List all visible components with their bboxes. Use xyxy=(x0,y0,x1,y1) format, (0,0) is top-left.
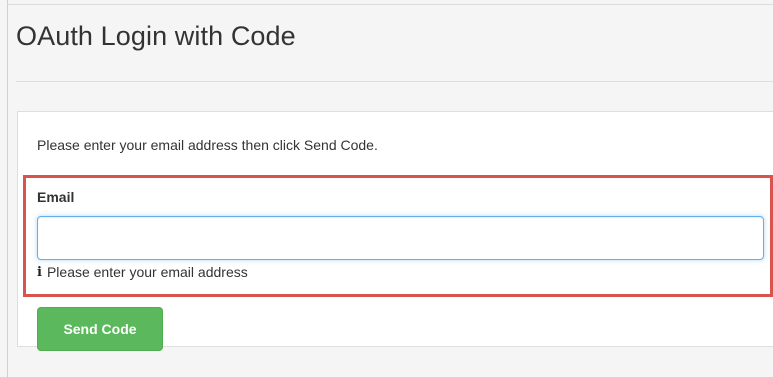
email-label: Email xyxy=(37,189,75,205)
top-border xyxy=(7,4,773,5)
email-input[interactable] xyxy=(37,216,764,260)
page-title: OAuth Login with Code xyxy=(16,21,296,51)
email-help-text: Please enter your email address xyxy=(46,264,248,280)
title-divider xyxy=(16,81,773,82)
email-help: i Please enter your email address xyxy=(37,264,248,280)
instruction-text: Please enter your email address then cli… xyxy=(37,137,378,153)
send-code-button[interactable]: Send Code xyxy=(37,307,163,351)
page-frame: OAuth Login with Code Please enter your … xyxy=(0,0,773,377)
info-icon: i xyxy=(37,264,42,280)
left-border xyxy=(7,0,8,377)
